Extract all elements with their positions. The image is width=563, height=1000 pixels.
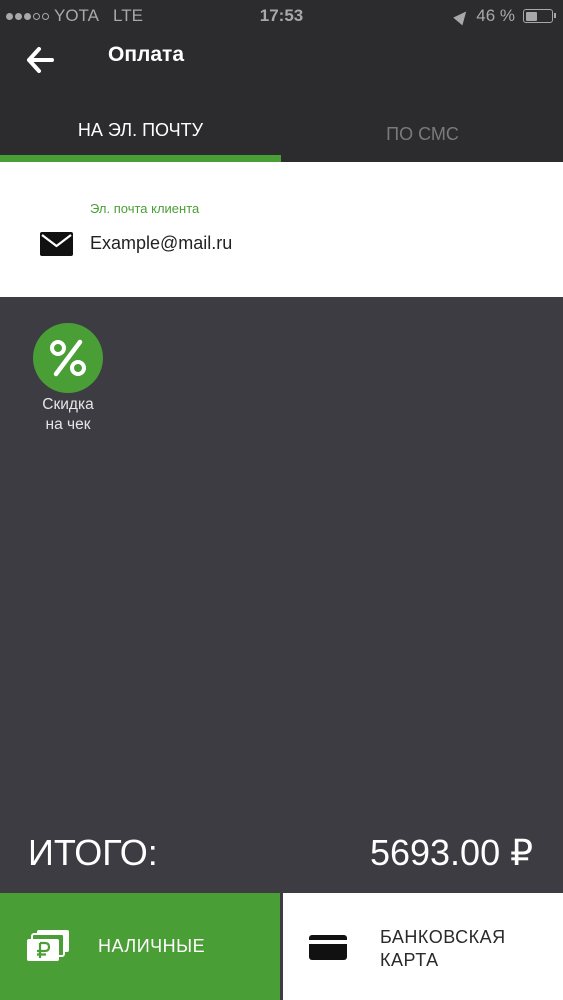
cash-icon [27,930,69,961]
cash-label: НАЛИЧНЫЕ [98,936,206,956]
discount-label: Скидка на чек [24,395,112,435]
discount-circle [33,323,103,393]
pay-card-button[interactable]: БАНКОВСКАЯ КАРТА [283,893,563,1000]
battery-fill [525,11,537,21]
email-field-label: Эл. почта клиента [90,201,200,216]
active-tab-indicator [0,155,281,162]
total-value: 5693.00 ₽ [369,832,533,873]
status-bar: YOTA LTE 17:53 46 % [0,0,563,32]
email-section: Эл. почта клиента [0,162,563,297]
tab-sms[interactable]: ПО СМС [282,124,563,166]
back-button[interactable] [20,40,60,80]
card-icon [309,935,347,960]
card-label-line2: КАРТА [380,950,439,970]
pay-cash-button[interactable]: НАЛИЧНЫЕ [0,893,280,1000]
arrow-left-icon [27,47,54,73]
battery-icon [523,9,556,23]
discount-label-line1: Скидка [42,396,94,413]
app-bar: Оплата НА ЭЛ. ПОЧТУ ПО СМС [0,32,563,162]
card-label: БАНКОВСКАЯ КАРТА [380,926,550,972]
location-arrow-icon [453,7,472,25]
total-label: ИТОГО: [28,832,158,873]
email-field[interactable] [90,228,530,258]
page-title: Оплата [108,43,185,66]
status-right: 46 % [453,6,556,26]
discount-label-line2: на чек [45,416,91,433]
percent-icon [50,339,86,377]
mail-icon [40,232,73,256]
battery-percent: 46 % [476,6,515,25]
discount-button[interactable]: Скидка на чек [24,323,112,435]
card-label-line1: БАНКОВСКАЯ [380,927,506,947]
